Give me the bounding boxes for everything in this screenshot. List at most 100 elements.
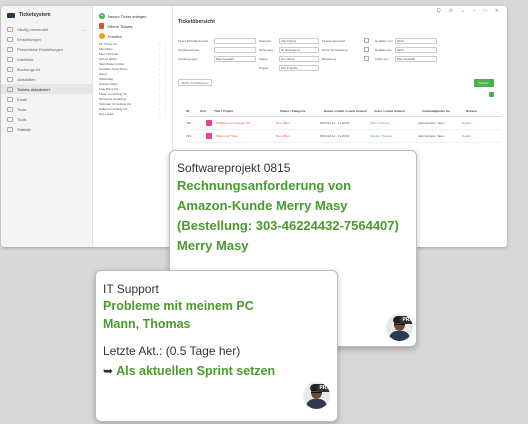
card-customer: Mann, Thomas xyxy=(103,317,191,331)
card-project: Softwareprojekt 0815 xyxy=(177,161,291,175)
sidebar: Ticketsystem Häufig verwendet ⌄ Einstellu… xyxy=(1,6,93,247)
more-icon[interactable]: ⋮ ⋮ xyxy=(158,52,168,56)
people-icon xyxy=(99,33,105,39)
table-header: ID Sort Titel / Projekt Status / Kategor… xyxy=(186,105,502,117)
priority-icon xyxy=(206,120,212,126)
card-title-line[interactable]: Amazon-Kunde Merry Masy xyxy=(177,196,416,216)
table-row[interactable]: 729 Warum ist Ticket Neu Offen 2024-02-1… xyxy=(186,130,502,143)
book-icon xyxy=(7,66,13,72)
rating-checkbox[interactable] xyxy=(364,56,369,61)
avatar-badge: PRA xyxy=(317,384,330,392)
sidebar-item-aktivitaeten[interactable]: Aktivitäten xyxy=(1,74,92,84)
more-icon[interactable]: ⋮ ⋮ xyxy=(158,62,168,66)
select-all-icon[interactable] xyxy=(489,92,494,97)
ticket-search-input[interactable] xyxy=(214,37,256,44)
reset-search-button[interactable]: Suche zurücksetzen xyxy=(178,79,212,86)
sidebar-item-haeufig[interactable]: Häufig verwendet ⌄ xyxy=(1,24,92,34)
more-icon[interactable]: ⋮ ⋮ xyxy=(158,57,168,61)
chevron-down-icon[interactable]: ⌄ xyxy=(461,8,465,14)
more-icon[interactable]: ⋮ ⋮ xyxy=(158,87,168,91)
sidebar-item-tools-2[interactable]: Tools xyxy=(1,114,92,124)
mail-icon xyxy=(7,96,13,102)
gear-icon xyxy=(7,36,13,42)
card-title-line[interactable]: (Bestellung: 303-46224432-7564407) xyxy=(177,216,416,236)
app-logo-icon xyxy=(7,12,15,18)
refresh-icon[interactable]: ⟳ xyxy=(449,8,453,14)
card-project: IT Support xyxy=(103,282,159,296)
no-schedule-checkbox[interactable] xyxy=(364,47,369,52)
set-sprint-link[interactable]: Als aktuellen Sprint setzen xyxy=(116,364,275,378)
more-icon[interactable]: ⋮ ⋮ xyxy=(158,112,168,116)
category-select[interactable]: Alle Tickets xyxy=(279,37,319,44)
set-sprint-action[interactable]: ➥ Als aktuellen Sprint setzen xyxy=(103,362,337,380)
more-icon[interactable]: ⋮ ⋮ xyxy=(158,67,168,71)
more-icon[interactable]: ⋮ ⋮ xyxy=(158,92,168,96)
more-icon[interactable]: ⋮ ⋮ xyxy=(158,77,168,81)
arrow-right-icon: ➥ xyxy=(103,364,114,378)
filter-row: Kundengruppe Bitte Auswahl Status Nur of… xyxy=(178,54,504,63)
file-icon xyxy=(7,56,13,62)
favorite-checkbox[interactable] xyxy=(364,38,369,43)
sidebar-item-tools[interactable]: Tools xyxy=(1,104,92,114)
more-icon[interactable]: ⋮ ⋮ xyxy=(158,97,168,101)
app-title: Ticketsystem xyxy=(1,6,92,24)
sidebar-item-email[interactable]: Email xyxy=(1,94,92,104)
wrench-icon xyxy=(7,106,13,112)
card-customer: Merry Masy xyxy=(177,238,249,253)
window-controls: Q ⟳ ⌄ – □ ✕ xyxy=(437,8,499,14)
page-title: Ticketübersicht xyxy=(178,19,215,25)
filter-row: Kundennummer Sortierung ID absteigend Oh… xyxy=(178,45,504,54)
customer-list: Mr. China Ltd ⋮ ⋮ Max Mann ⋮ ⋮ Mann Thomas ⋮ … xyxy=(93,41,172,116)
ticket-icon xyxy=(7,86,13,92)
chevron-down-icon: ⌄ xyxy=(82,26,86,32)
customer-group-select[interactable]: Bitte Auswahl xyxy=(214,55,256,62)
sidebar-item-einstellungen[interactable]: Einstellungen xyxy=(1,34,92,44)
star-icon xyxy=(7,26,13,32)
cross-tools-icon xyxy=(7,116,13,122)
more-icon[interactable]: ⋮ ⋮ xyxy=(158,47,168,51)
priority-icon xyxy=(206,133,212,139)
minimize-icon[interactable]: – xyxy=(473,8,476,14)
more-icon[interactable]: ⋮ ⋮ xyxy=(158,82,168,86)
customer-column: + Neues Ticket anlegen Offene Tickets Kun… xyxy=(93,6,173,247)
chart-icon xyxy=(7,126,13,132)
avatar-badge: PRA xyxy=(400,316,413,324)
table-row[interactable]: 730 Probleme mit meinem PC Neu Offen 202… xyxy=(186,117,502,130)
sort-select[interactable]: ID absteigend xyxy=(279,46,319,53)
more-icon[interactable]: ⋮ ⋮ xyxy=(158,72,168,76)
calendar-icon xyxy=(7,76,13,82)
customer-number-input[interactable] xyxy=(214,46,256,53)
customer-list-item[interactable]: Das Lücker ⋮ ⋮ xyxy=(93,111,172,116)
status-select[interactable]: Nur offene xyxy=(279,55,319,62)
ticket-card[interactable]: IT Support Probleme mit meinem PC Mann, … xyxy=(95,270,338,422)
user-icon xyxy=(7,46,13,52)
sidebar-item-buchung[interactable]: Buchungs-IN xyxy=(1,64,92,74)
ticket-from-select[interactable]: Bitte Auswahl xyxy=(395,55,437,62)
avatar: PRA xyxy=(386,314,413,341)
card-title-line[interactable]: Rechnungsanforderung von xyxy=(177,176,416,196)
more-icon[interactable]: ⋮ ⋮ xyxy=(158,102,168,106)
filter-form: Ticket ID/Volltextsuche Kategorie Alle T… xyxy=(178,36,504,72)
deadline-to-input[interactable]: 2024 xyxy=(395,46,437,53)
deadline-from-input[interactable]: 2024 xyxy=(395,37,437,44)
maximize-icon[interactable]: □ xyxy=(484,8,487,14)
more-icon[interactable]: ⋮ ⋮ xyxy=(158,107,168,111)
sidebar-item-persoenlich[interactable]: Persönliche Einstellungen xyxy=(1,44,92,54)
app-title-label: Ticketsystem xyxy=(19,12,51,18)
new-ticket-button[interactable]: + Neues Ticket anlegen xyxy=(93,11,172,21)
plus-icon: + xyxy=(99,13,105,19)
project-select[interactable]: Alle Projekte xyxy=(279,64,319,71)
card-title[interactable]: Probleme mit meinem PC xyxy=(103,297,337,315)
more-icon[interactable]: ⋮ ⋮ xyxy=(158,42,168,46)
customers-button[interactable]: Kunden xyxy=(93,31,172,41)
sidebar-item-tickets[interactable]: Tickets aktualisiert xyxy=(1,84,92,94)
sidebar-item-dateiliste[interactable]: Dateiliste xyxy=(1,54,92,64)
search-button[interactable]: Suchen xyxy=(474,79,494,87)
filter-row: Ticket ID/Volltextsuche Kategorie Alle T… xyxy=(178,36,504,45)
filter-row: Projekt Alle Projekte xyxy=(178,63,504,72)
open-tickets-button[interactable]: Offene Tickets xyxy=(93,21,172,31)
document-icon xyxy=(99,23,104,29)
search-icon[interactable]: Q xyxy=(437,8,441,14)
close-icon[interactable]: ✕ xyxy=(495,8,499,14)
sidebar-item-statistik[interactable]: Statistik xyxy=(1,124,92,134)
